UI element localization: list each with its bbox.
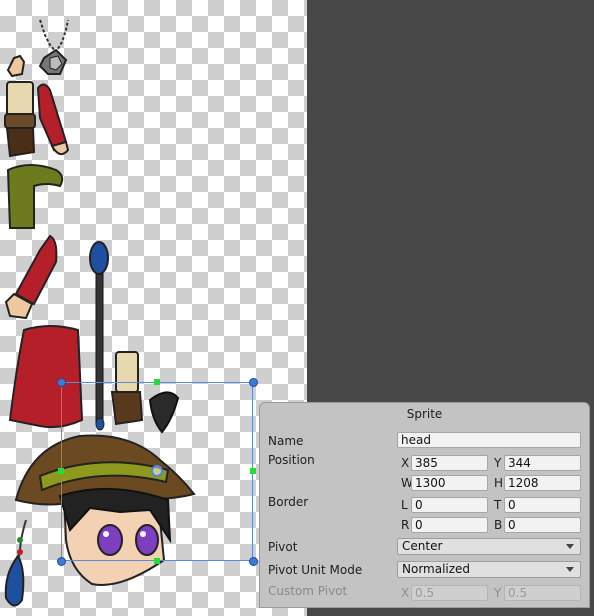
custom-pivot-y-field: 0.5 — [504, 585, 581, 601]
pivot-label: Pivot — [268, 540, 298, 554]
x-axis-label: X — [401, 456, 410, 470]
border-right-field[interactable]: 0 — [411, 517, 488, 533]
custom-pivot-label: Custom Pivot — [268, 584, 348, 598]
sprite-editor-panel: Sprite Name head Position X 385 Y 344 W … — [259, 402, 590, 608]
side-handle-bottom[interactable] — [154, 558, 160, 564]
name-field[interactable]: head — [397, 432, 581, 448]
width-field[interactable]: 1300 — [411, 475, 488, 491]
pivot-unit-mode-value: Normalized — [402, 562, 471, 576]
border-top-field[interactable]: 0 — [504, 497, 581, 513]
position-label: Position — [268, 453, 315, 467]
corner-handle-top-left[interactable] — [57, 378, 66, 387]
leg-sprite — [4, 81, 36, 158]
dropdown-arrow-icon — [566, 567, 574, 572]
cp-x-axis-label: X — [401, 586, 410, 600]
arm-sprite-upper — [36, 83, 70, 156]
custom-pivot-x-field: 0.5 — [411, 585, 488, 601]
pendant-sprite — [38, 19, 69, 75]
h-axis-label: H — [494, 476, 504, 490]
side-handle-right[interactable] — [250, 468, 256, 474]
border-left-field[interactable]: 0 — [411, 497, 488, 513]
l-axis-label: L — [401, 498, 408, 512]
y-axis-label: Y — [494, 456, 502, 470]
scarf-sprite — [6, 164, 64, 229]
small-hand-sprite — [6, 54, 26, 78]
corner-handle-bottom-right[interactable] — [249, 557, 258, 566]
pivot-dropdown[interactable]: Center — [397, 538, 581, 555]
height-field[interactable]: 1208 — [504, 475, 581, 491]
corner-handle-top-right[interactable] — [249, 378, 258, 387]
side-handle-left[interactable] — [58, 468, 64, 474]
pivot-handle-icon[interactable] — [151, 465, 163, 477]
position-x-field[interactable]: 385 — [411, 455, 488, 471]
cp-y-axis-label: Y — [494, 586, 502, 600]
corner-handle-bottom-left[interactable] — [57, 557, 66, 566]
pivot-unit-mode-dropdown[interactable]: Normalized — [397, 561, 581, 578]
border-bottom-field[interactable]: 0 — [504, 517, 581, 533]
panel-title: Sprite — [406, 407, 443, 421]
arm-sprite-lower — [4, 234, 58, 320]
r-axis-label: R — [401, 518, 410, 532]
position-y-field[interactable]: 344 — [504, 455, 581, 471]
border-label: Border — [268, 495, 309, 509]
dropdown-arrow-icon — [566, 544, 574, 549]
b-axis-label: B — [494, 518, 503, 532]
side-handle-top[interactable] — [154, 379, 160, 385]
t-axis-label: T — [494, 498, 502, 512]
pivot-dropdown-value: Center — [402, 539, 443, 553]
name-label: Name — [268, 434, 304, 448]
pivot-unit-mode-label: Pivot Unit Mode — [268, 563, 363, 577]
